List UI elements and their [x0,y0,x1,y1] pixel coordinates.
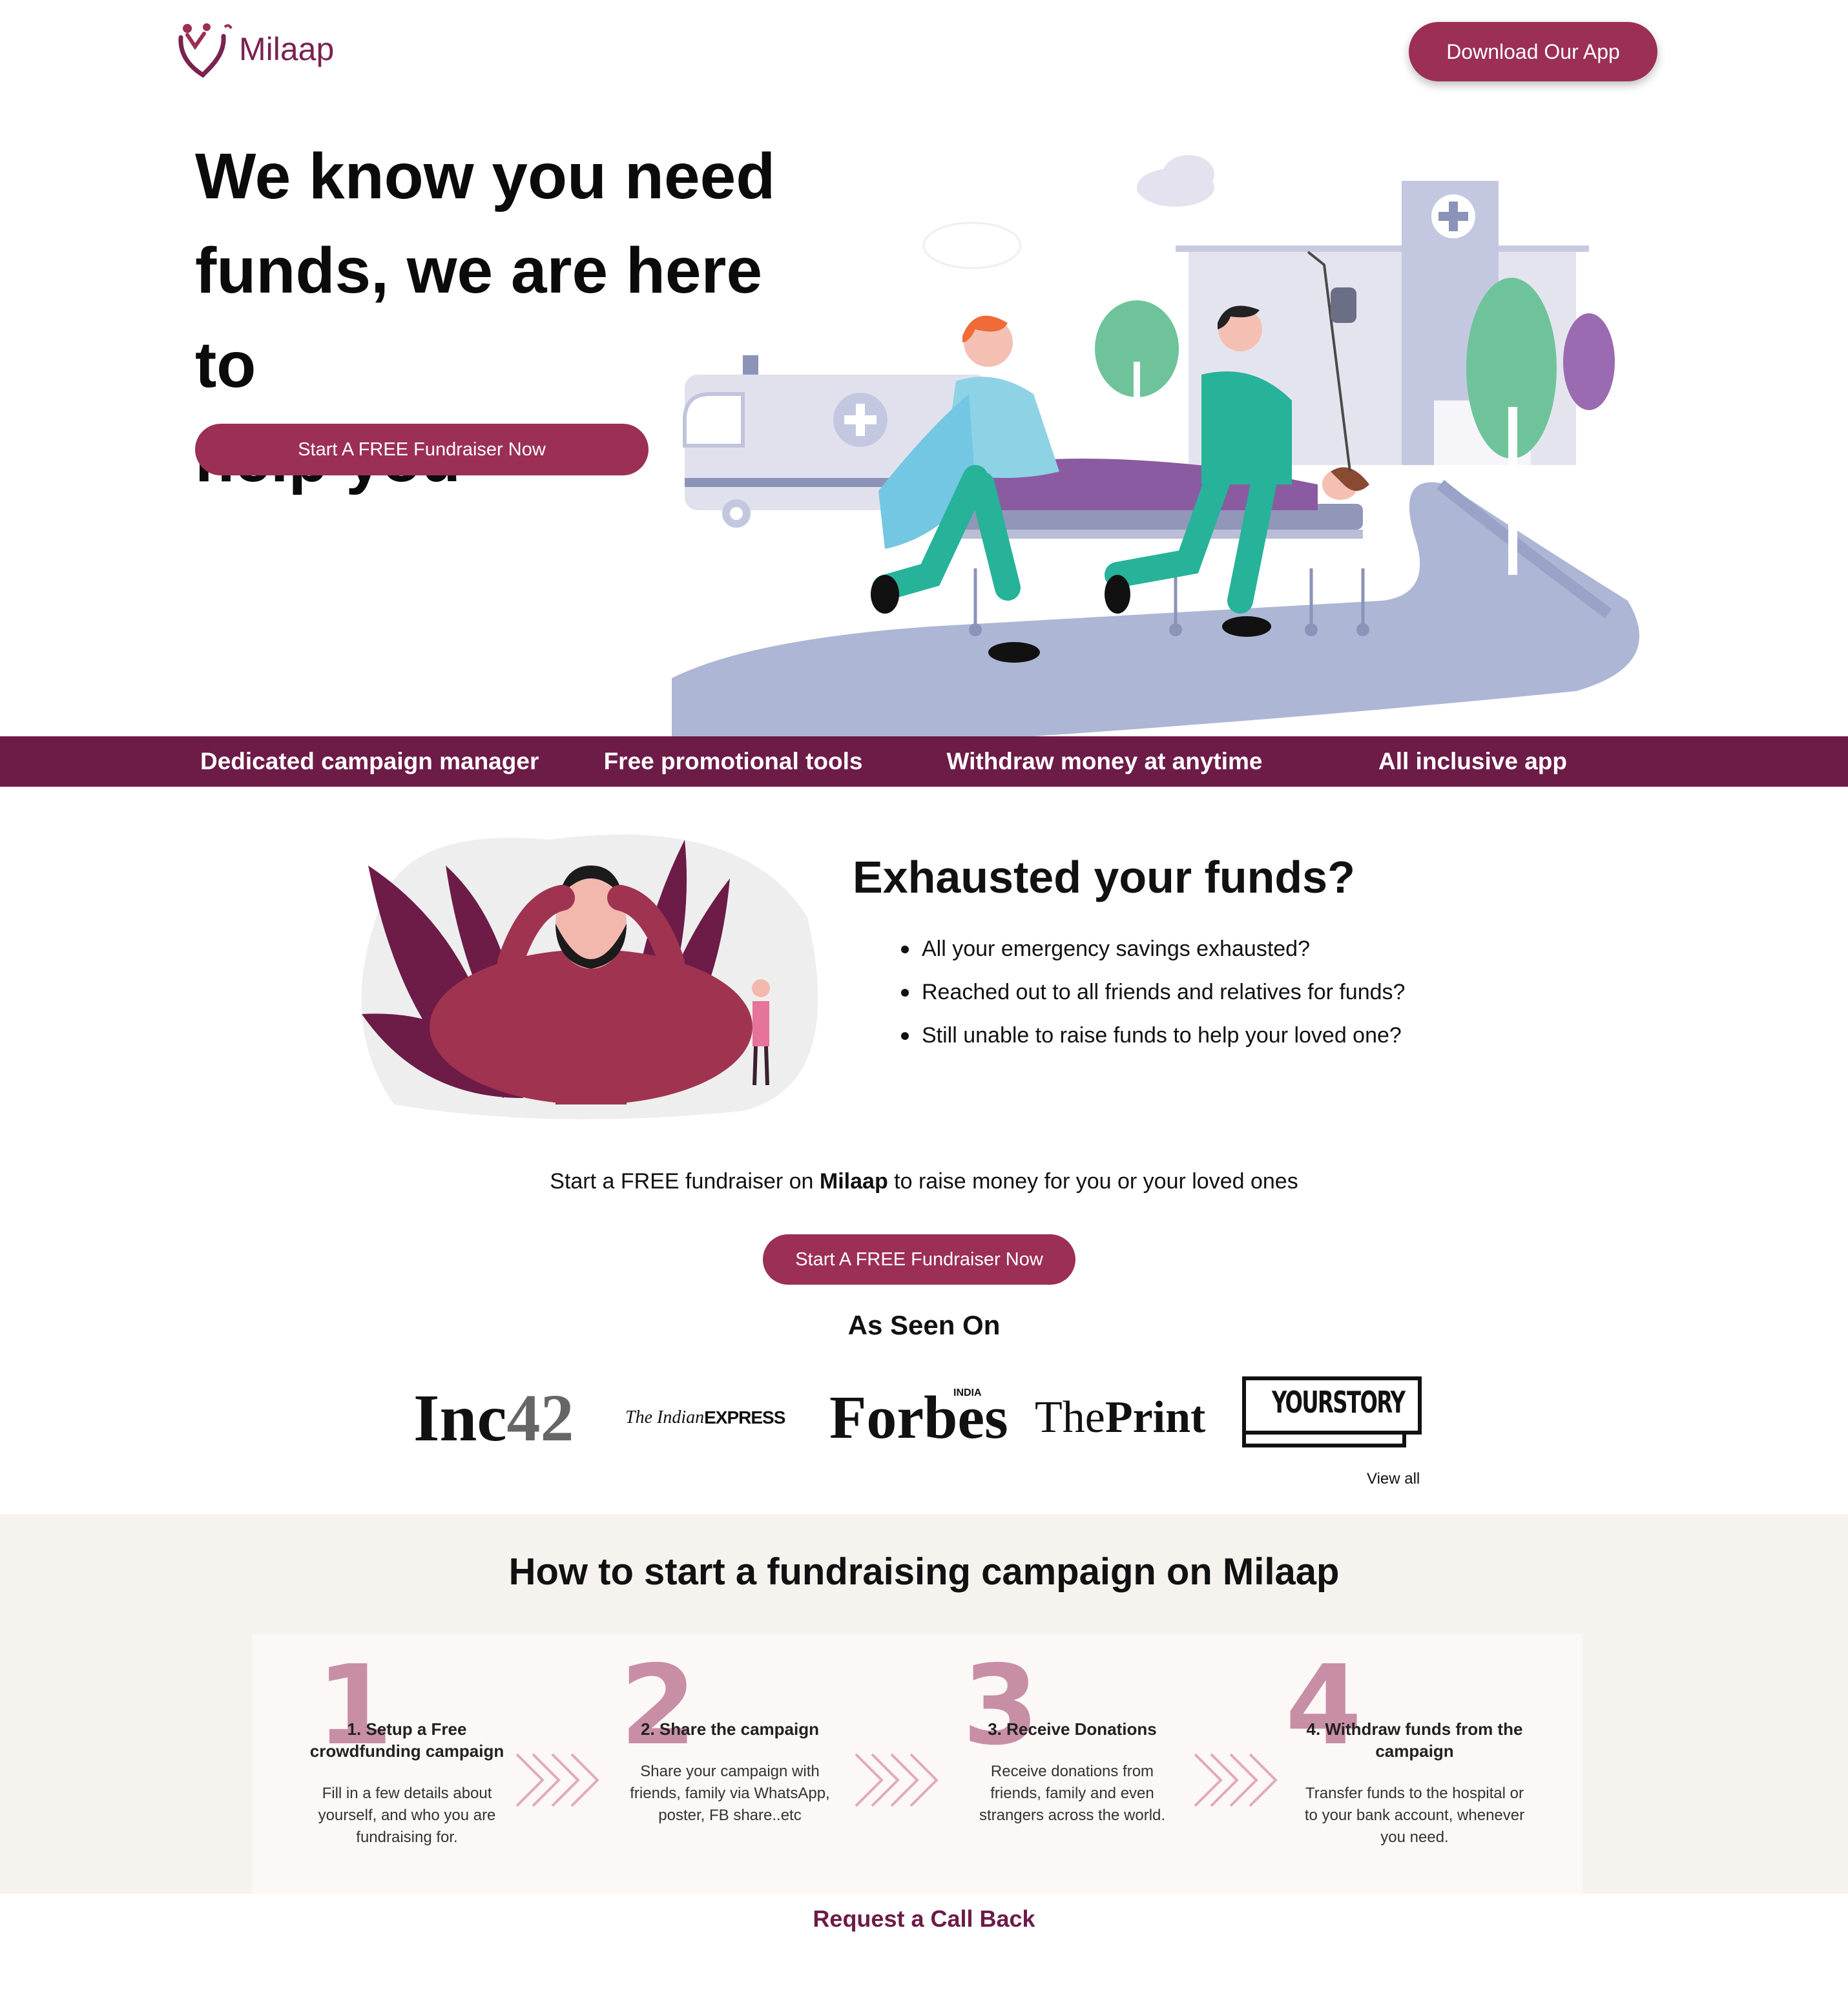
step-description: Fill in a few details about yourself, an… [318,1785,496,1846]
stressed-man-illustration [361,835,818,1119]
exhausted-bullet: Reached out to all friends and relatives… [901,976,1405,1019]
step-1: 1 1. Setup a Free crowdfunding campaign … [297,1651,517,1890]
start-fundraiser-button-secondary[interactable]: Start A FREE Fundraiser Now [763,1234,1075,1285]
download-app-button[interactable]: Download Our App [1409,22,1657,81]
arrow-chevrons-icon [1194,1753,1278,1807]
indian-express-logo[interactable]: The Indian EXPRESS [625,1376,806,1460]
inc42-logo[interactable]: Inc 42 [413,1376,601,1460]
step-4: 4 4. Withdraw funds from the campaign Tr… [1285,1651,1544,1890]
how-to-title: How to start a fundraising campaign on M… [508,1551,1340,1593]
subline-brand: Milaap [819,1169,888,1194]
step-title: 2. Share the campaign [641,1719,819,1739]
step-description: Transfer funds to the hospital or to you… [1304,1785,1525,1846]
inc42-logo-text-a: Inc [413,1380,507,1455]
arrow-chevrons-icon [515,1753,599,1807]
milaap-logo[interactable]: Milaap [173,18,348,80]
hospital-stretcher-illustration [672,155,1639,736]
print-logo-text-a: The [1035,1393,1105,1442]
feature-bar: Dedicated campaign manager Free promotio… [0,736,1848,787]
inc42-logo-text-b: 42 [506,1380,574,1455]
feature-inclusive-app: All inclusive app [1378,748,1567,774]
yourstory-logo-text: YOURSTORY [1271,1385,1406,1420]
fundraiser-subline: Start a FREE fundraiser on Milaap to rai… [0,1169,1848,1194]
exhausted-funds-list: All your emergency savings exhausted? Re… [901,933,1405,1063]
as-seen-on-title: As Seen On [847,1310,1001,1340]
step-3: 3 3. Receive Donations Receive donations… [962,1651,1182,1890]
forbes-india-badge: INDIA [953,1387,982,1398]
ie-logo-text-b: EXPRESS [704,1407,785,1427]
start-fundraiser-button[interactable]: Start A FREE Fundraiser Now [195,424,649,475]
milaap-heart-icon [178,23,233,78]
exhausted-bullet: All your emergency savings exhausted? [901,933,1405,976]
logo-text: Milaap [239,31,335,67]
feature-campaign-manager: Dedicated campaign manager [200,748,539,774]
exhausted-funds-title: Exhausted your funds? [853,852,1355,902]
print-logo-text-b: Print [1105,1393,1206,1442]
subline-after: to raise money for you or your loved one… [888,1169,1298,1194]
feature-promotional-tools: Free promotional tools [603,748,863,774]
yourstory-logo[interactable]: YOURSTORY [1241,1376,1424,1448]
step-description: Receive donations from friends, family a… [979,1763,1166,1824]
ie-logo-text-a: The Indian [625,1407,705,1427]
step-title: 4. Withdraw funds from the campaign [1306,1719,1523,1761]
forbes-india-logo[interactable]: Forbes INDIA [829,1376,1010,1460]
view-all-link[interactable]: View all [1367,1470,1420,1488]
exhausted-bullet: Still unable to raise funds to help your… [901,1019,1405,1063]
step-number: 3 [962,1642,1039,1770]
request-call-back-link[interactable]: Request a Call Back [0,1905,1848,1933]
step-title: 1. Setup a Free crowdfunding campaign [309,1719,504,1761]
feature-withdraw-money: Withdraw money at anytime [946,748,1263,774]
step-description: Share your campaign with friends, family… [630,1763,830,1824]
arrow-chevrons-icon [855,1753,939,1807]
step-2: 2 2. Share the campaign Share your campa… [620,1651,840,1890]
subline-before: Start a FREE fundraiser on [550,1169,820,1194]
step-title: 3. Receive Donations [988,1719,1157,1739]
theprint-logo[interactable]: The Print [1035,1376,1216,1460]
step-number: 2 [620,1642,697,1770]
